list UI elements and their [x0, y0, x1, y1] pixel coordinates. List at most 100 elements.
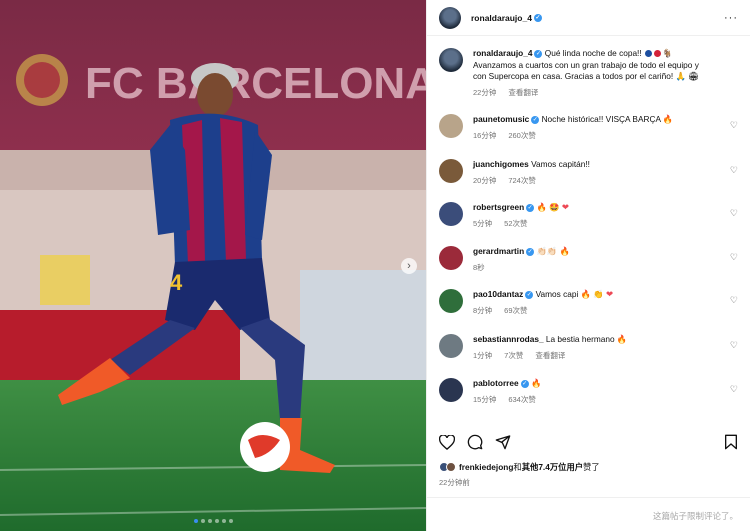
fire-icon: 🔥 — [559, 246, 570, 256]
share-icon[interactable] — [495, 434, 511, 450]
comment-row: robertsgreen ✓ 🔥 🤩 ❤ 5分钟 52次赞 ♡ — [439, 202, 738, 229]
heart-icon[interactable]: ♡ — [730, 165, 738, 176]
caption-username[interactable]: ronaldaraujo_4 — [473, 48, 532, 58]
comment-body: robertsgreen ✓ 🔥 🤩 ❤ 5分钟 52次赞 — [473, 202, 738, 229]
comment-username[interactable]: juanchigomes — [473, 159, 529, 169]
avatar[interactable] — [439, 48, 463, 72]
post-photo[interactable]: FC BARCELONA 4 › — [0, 0, 426, 531]
carousel-dot[interactable] — [193, 519, 198, 523]
comment-row: paunetomusic ✓ Noche histórica!! VISÇA BA… — [439, 114, 738, 141]
blue-circle-icon — [644, 50, 652, 58]
fire-icon: 🔥 — [660, 114, 674, 124]
heart-icon[interactable]: ♡ — [730, 295, 738, 306]
translate-link[interactable]: 查看翻译 — [508, 88, 538, 97]
red-heart-icon: ❤ — [605, 289, 613, 299]
comment-likes[interactable]: 634次赞 — [508, 395, 536, 404]
comment-time: 15分钟 — [473, 394, 497, 404]
likes-suffix: 赞了 — [583, 462, 600, 472]
jersey-number: 4 — [170, 270, 183, 295]
likes-summary[interactable]: frenkiedejong和其他7.4万位用户赞了 — [439, 461, 600, 473]
carousel-dot[interactable] — [221, 519, 226, 523]
more-horizontal-icon[interactable]: ··· — [724, 12, 738, 24]
comment-body: pablotorree ✓ 🔥 15分钟 634次赞 — [473, 378, 738, 405]
avatar — [446, 462, 456, 472]
carousel-dot[interactable] — [214, 519, 219, 523]
heart-icon[interactable]: ♡ — [730, 120, 738, 131]
caption: ronaldaraujo_4 ✓ Qué linda noche de copa!… — [439, 48, 738, 98]
caption-body: ronaldaraujo_4 ✓ Qué linda noche de copa!… — [473, 48, 738, 98]
red-heart-icon: ❤ — [561, 202, 569, 212]
comment-body: sebastiannrodas_ La bestia hermano 🔥 1分钟 7… — [473, 334, 738, 361]
next-image-button[interactable]: › — [401, 258, 417, 274]
comment-time: 1分钟 — [473, 350, 493, 360]
side-panel: ronaldaraujo_4 ✓ ··· ronaldaraujo_4 ✓ Qué … — [426, 0, 750, 531]
comment-body: gerardmartin ✓ 👏🏻👏🏻 🔥 8秒 — [473, 246, 738, 273]
avatar[interactable] — [439, 378, 463, 402]
comment-row: pablotorree ✓ 🔥 15分钟 634次赞 ♡ — [439, 378, 738, 405]
goat-icon: 🐐 — [661, 48, 673, 58]
comment-username[interactable]: sebastiannrodas_ — [473, 334, 544, 344]
bookmark-icon[interactable] — [724, 434, 738, 450]
comment-time: 16分钟 — [473, 130, 497, 140]
carousel-dot[interactable] — [228, 519, 233, 523]
comment-likes[interactable]: 69次赞 — [504, 306, 527, 315]
fire-icon: 🔥 — [530, 378, 542, 388]
comment-time: 8分钟 — [473, 305, 493, 315]
comment-username[interactable]: paunetomusic — [473, 114, 529, 124]
carousel-dots — [0, 519, 426, 523]
player-photo: FC BARCELONA 4 — [0, 0, 426, 531]
avatar[interactable] — [439, 114, 463, 138]
stadium-icon: 🏟 — [688, 71, 699, 81]
avatar[interactable] — [439, 246, 463, 270]
verified-icon: ✓ — [525, 290, 534, 299]
avatar[interactable] — [439, 6, 461, 29]
heart-icon[interactable]: ♡ — [730, 252, 738, 263]
comment-icon[interactable] — [467, 434, 483, 450]
comment-likes[interactable]: 52次赞 — [504, 219, 527, 228]
likes-others[interactable]: 其他7.4万位用户 — [522, 462, 583, 472]
fire-icon: 🔥 — [536, 202, 547, 212]
heart-icon[interactable]: ♡ — [730, 208, 738, 219]
comment-row: sebastiannrodas_ La bestia hermano 🔥 1分钟 7… — [439, 334, 738, 361]
likes-text: frenkiedejong和其他7.4万位用户赞了 — [459, 461, 600, 473]
translate-link[interactable]: 查看翻译 — [535, 351, 565, 360]
comment-username[interactable]: pao10dantaz — [473, 289, 523, 299]
comment-list[interactable]: ronaldaraujo_4 ✓ Qué linda noche de copa!… — [427, 36, 750, 426]
caption-text-2: Avanzamos a cuartos con un gran trabajo … — [473, 59, 699, 70]
comment-username[interactable]: gerardmartin — [473, 246, 524, 256]
verified-icon: ✓ — [533, 14, 542, 23]
comment-row: pao10dantaz ✓ Vamos capi 🔥 👏 ❤ 8分钟 69次赞 ♡ — [439, 289, 738, 316]
comment-likes[interactable]: 724次赞 — [508, 176, 536, 185]
avatar[interactable] — [439, 159, 463, 183]
caption-text-3: con Supercopa en casa. Gracias a todos p… — [473, 71, 676, 81]
header-username[interactable]: ronaldaraujo_4 ✓ — [471, 13, 542, 23]
comment-username[interactable]: robertsgreen — [473, 202, 524, 212]
comment-text: Vamos capitán!! — [531, 159, 590, 169]
carousel-dot[interactable] — [207, 519, 212, 523]
avatar[interactable] — [439, 289, 463, 313]
fire-icon: 🔥 — [616, 334, 628, 344]
chevron-right-icon: › — [407, 260, 411, 272]
avatar[interactable] — [439, 202, 463, 226]
comment-username[interactable]: pablotorree — [473, 378, 519, 388]
fire-icon: 🔥 — [580, 289, 591, 299]
verified-icon: ✓ — [520, 379, 529, 388]
red-circle-icon — [653, 50, 661, 58]
comment-body: paunetomusic ✓ Noche histórica!! VISÇA BA… — [473, 114, 738, 141]
clap-icon: 👏🏻 — [536, 246, 547, 256]
comment-likes[interactable]: 7次赞 — [504, 351, 523, 360]
carousel-dot[interactable] — [200, 519, 205, 523]
verified-icon: ✓ — [531, 115, 540, 124]
likes-user[interactable]: frenkiedejong — [459, 462, 513, 472]
comment-time: 5分钟 — [473, 218, 493, 228]
verified-icon: ✓ — [526, 247, 535, 256]
verified-icon: ✓ — [526, 203, 535, 212]
heart-icon[interactable]: ♡ — [730, 340, 738, 351]
caption-time: 22分钟 — [473, 87, 497, 97]
comment-time: 8秒 — [473, 262, 485, 272]
heart-icon[interactable]: ♡ — [730, 384, 738, 395]
heart-icon[interactable] — [439, 434, 455, 450]
avatar[interactable] — [439, 334, 463, 358]
comment-likes[interactable]: 260次赞 — [508, 131, 536, 140]
comment-body: pao10dantaz ✓ Vamos capi 🔥 👏 ❤ 8分钟 69次赞 — [473, 289, 738, 316]
